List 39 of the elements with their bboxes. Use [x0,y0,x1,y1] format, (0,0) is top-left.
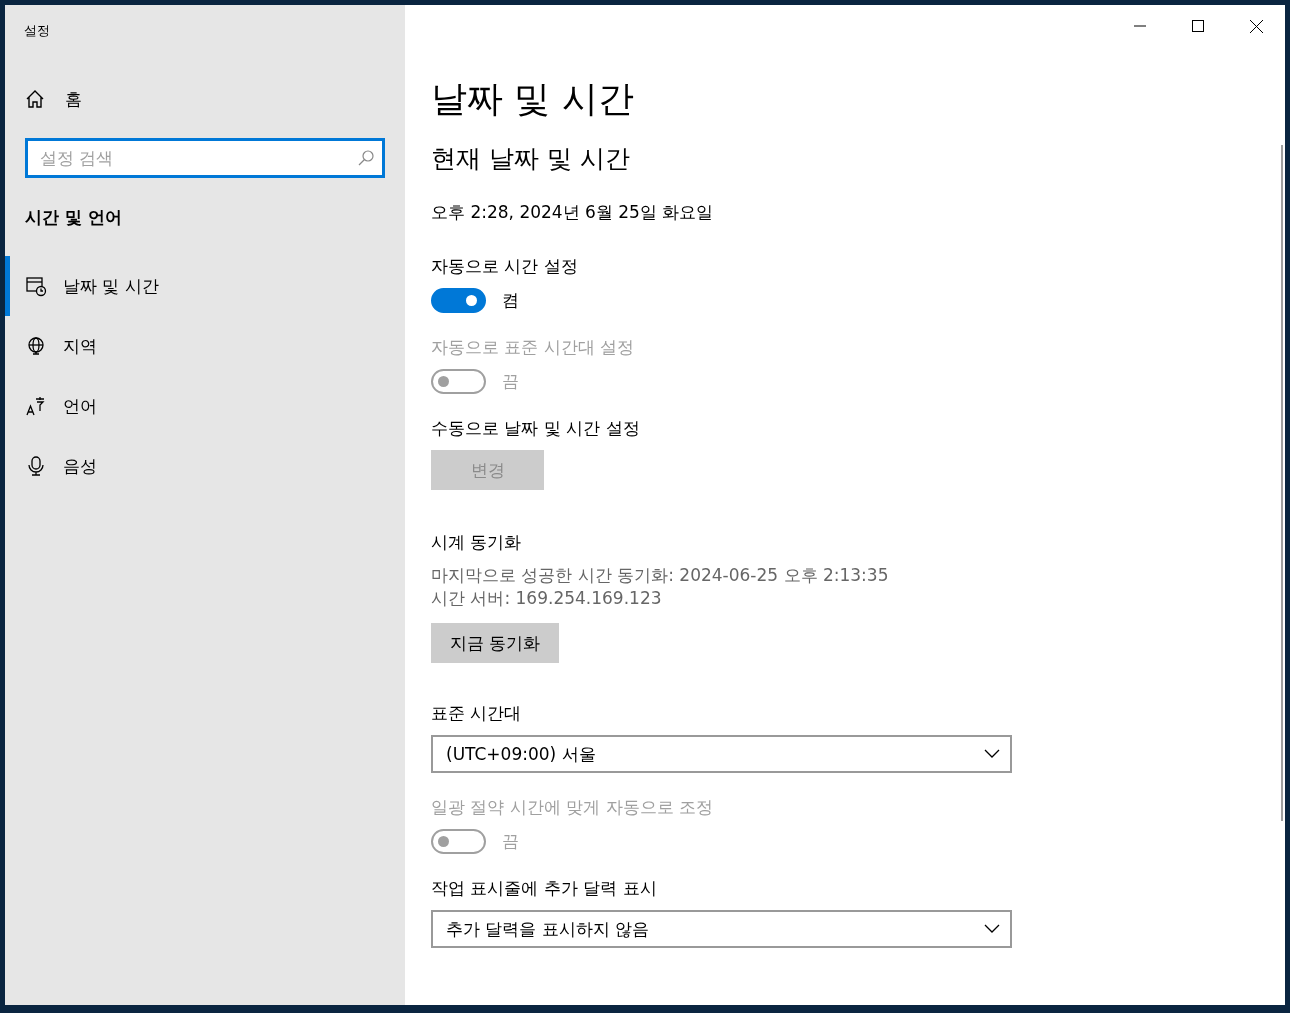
window-title: 설정 [23,22,51,40]
setting-label: 수동으로 날짜 및 시간 설정 [431,417,641,440]
search-field[interactable]: 설정 검색 [25,138,385,178]
nav-item[interactable]: 언어 [5,376,405,436]
calendar-clock-icon [25,275,47,297]
language-icon [25,395,47,417]
toggle-switch[interactable] [431,288,486,313]
microphone-icon [25,455,47,477]
nav-item[interactable]: 날짜 및 시간 [5,256,405,316]
page-title: 날짜 및 시간 [431,77,635,121]
current-date-time: 오후 2:28, 2024년 6월 25일 화요일 [431,201,715,224]
toggle-state: 켬 [502,289,519,312]
minimize-icon [1134,25,1146,27]
setting-label: 시계 동기화 [431,531,523,554]
scrollbar[interactable] [1281,145,1283,821]
close-icon [1249,19,1263,33]
info-text: 시간 서버: 169.254.169.123 [431,587,663,610]
setting-label: 자동으로 표준 시간대 설정 [431,336,636,359]
nav-item[interactable]: 음성 [5,436,405,496]
home-icon [25,89,45,109]
dropdown[interactable]: (UTC+09:00) 서울 [431,735,1012,773]
setting-label: 일광 절약 시간에 맞게 자동으로 조정 [431,796,715,819]
info-text: 마지막으로 성공한 시간 동기화: 2024-06-25 오후 2:13:35 [431,564,890,587]
setting-label: 자동으로 시간 설정 [431,255,579,278]
section-heading: 시간 및 언어 [25,206,123,229]
setting-label: 표준 시간대 [431,702,523,725]
globe-icon [25,335,47,357]
toggle-state: 끔 [502,830,519,853]
home-link[interactable]: 홈 [25,84,405,114]
section-title: 현재 날짜 및 시간 [431,143,631,175]
chevron-down-icon [984,924,1000,934]
search-icon [357,149,375,167]
sync-button[interactable]: 지금 동기화 [431,623,560,663]
maximize-icon [1192,20,1204,32]
setting-label: 작업 표시줄에 추가 달력 표시 [431,877,658,900]
chevron-down-icon [984,749,1000,759]
toggle-state: 끔 [502,370,519,393]
dropdown[interactable]: 추가 달력을 표시하지 않음 [431,910,1012,948]
nav-item[interactable]: 지역 [5,316,405,376]
